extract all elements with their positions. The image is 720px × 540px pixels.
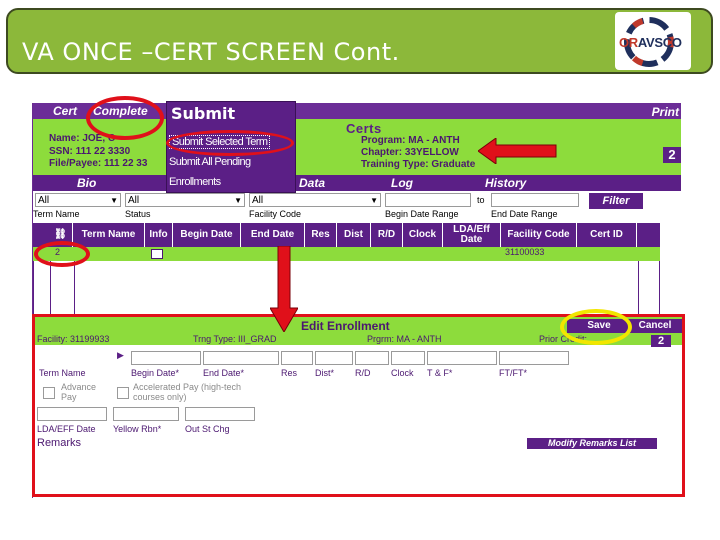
complete-highlight-circle: [86, 96, 164, 140]
status-select[interactable]: All ▼: [125, 193, 245, 207]
training-type-value: Training Type: Graduate: [361, 159, 476, 170]
grid-body: [33, 261, 660, 316]
col-term-name[interactable]: Term Name: [73, 223, 145, 247]
to-label: to: [477, 195, 485, 205]
facility-select[interactable]: All ▼: [249, 193, 381, 207]
filter-row: All ▼ All ▼ All ▼ to Filter Term Name Statu…: [33, 191, 681, 225]
submit-selected-highlight-circle: [166, 130, 294, 156]
grid-divider: [50, 261, 51, 316]
left-arrow-icon: [478, 138, 557, 164]
col-res[interactable]: Res: [305, 223, 337, 247]
col-lda-eff-date[interactable]: LDA/Eff Date: [443, 223, 501, 247]
down-arrow-icon: [270, 246, 298, 332]
facility-code-label: Facility Code: [249, 209, 302, 219]
submit-menu-title: Submit: [171, 104, 236, 123]
col-dist[interactable]: Dist: [337, 223, 371, 247]
nav-data[interactable]: Data: [299, 176, 325, 190]
student-ssn: SSN: 111 22 3330: [49, 146, 131, 157]
grid-header: ⛓ Term Name Info Begin Date End Date Res…: [33, 223, 660, 247]
begin-date-range-label: Begin Date Range: [385, 209, 459, 219]
col-info[interactable]: Info: [145, 223, 173, 247]
row-highlight-circle: [34, 241, 90, 267]
save-highlight-circle: [560, 309, 632, 345]
term-name-label: Term Name: [33, 209, 80, 219]
dropdown-arrow-icon: ▼: [370, 196, 378, 205]
dropdown-arrow-icon: ▼: [234, 196, 242, 205]
col-clock[interactable]: Clock: [403, 223, 443, 247]
grid-divider: [638, 261, 639, 316]
dropdown-arrow-icon: ▼: [110, 196, 118, 205]
term-select[interactable]: All ▼: [35, 193, 121, 207]
row-facility-code: 31100033: [505, 247, 545, 257]
info-icon[interactable]: [151, 249, 163, 259]
filter-button[interactable]: Filter: [589, 193, 643, 209]
chapter-value: Chapter: 33YELLOW: [361, 147, 459, 158]
title-banner: VA ONCE –CERT SCREEN Cont.: [6, 8, 713, 74]
program-value: Program: MA - ANTH: [361, 135, 460, 146]
page-number-badge: 2: [663, 147, 681, 163]
grid-divider: [74, 261, 75, 316]
col-facility-code[interactable]: Facility Code: [501, 223, 577, 247]
begin-date-range-input[interactable]: [385, 193, 471, 207]
student-file-payee: File/Payee: 111 22 33: [49, 158, 148, 169]
col-rd[interactable]: R/D: [371, 223, 403, 247]
col-end-date[interactable]: End Date: [241, 223, 305, 247]
menu-submit-all-pending[interactable]: Submit All Pending: [169, 156, 251, 168]
nav-bio[interactable]: Bio: [77, 176, 96, 190]
nav-history[interactable]: History: [485, 176, 526, 190]
status-label: Status: [125, 209, 151, 219]
col-cert-id[interactable]: Cert ID: [577, 223, 637, 247]
end-date-range-label: End Date Range: [491, 209, 558, 219]
slide-title: VA ONCE –CERT SCREEN Cont.: [22, 38, 400, 66]
oravsco-logo: ORAVSCO: [615, 12, 691, 70]
tab-cert[interactable]: Cert: [53, 104, 77, 118]
nav-log[interactable]: Log: [391, 176, 413, 190]
logo-text: ORAVSCO: [619, 35, 682, 50]
end-date-range-input[interactable]: [491, 193, 579, 207]
print-button[interactable]: Print: [652, 105, 679, 119]
certs-title: Certs: [346, 121, 382, 136]
menu-enrollments[interactable]: Enrollments: [169, 176, 221, 188]
table-row[interactable]: 2 31100033: [33, 247, 660, 261]
col-begin-date[interactable]: Begin Date: [173, 223, 241, 247]
section-nav-bar: Bio Data Log History: [33, 175, 681, 191]
